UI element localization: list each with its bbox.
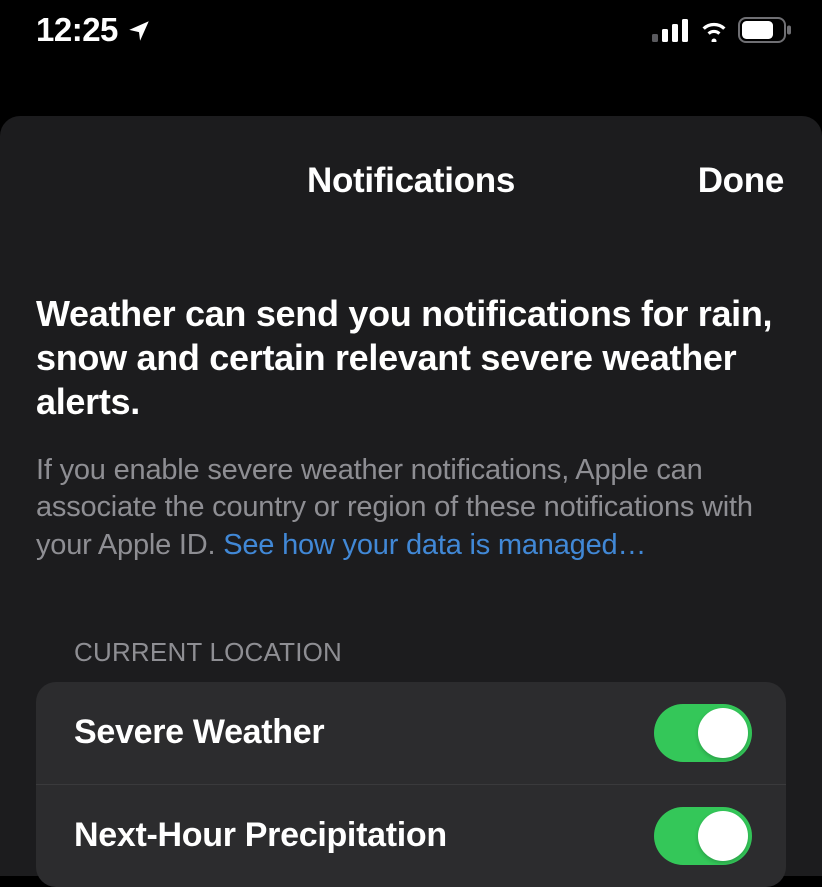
intro-heading: Weather can send you notifications for r… <box>36 292 786 424</box>
row-severe-weather: Severe Weather <box>36 682 786 784</box>
row-next-hour-precipitation: Next-Hour Precipitation <box>36 784 786 887</box>
done-button[interactable]: Done <box>698 161 784 201</box>
wifi-icon <box>698 18 730 42</box>
settings-sheet: Notifications Done Weather can send you … <box>0 116 822 876</box>
location-arrow-icon <box>126 18 152 44</box>
status-time: 12:25 <box>36 11 118 49</box>
battery-icon <box>738 17 792 43</box>
settings-group-current-location: Severe Weather Next-Hour Precipitation <box>36 682 786 887</box>
row-label-next-hour: Next-Hour Precipitation <box>74 816 447 855</box>
row-label-severe-weather: Severe Weather <box>74 713 324 752</box>
toggle-knob <box>698 811 748 861</box>
toggle-next-hour-precipitation[interactable] <box>654 807 752 865</box>
section-header-current-location: CURRENT LOCATION <box>0 637 822 668</box>
data-management-link[interactable]: See how your data is managed… <box>223 529 646 561</box>
sheet-title: Notifications <box>307 161 515 201</box>
toggle-knob <box>698 708 748 758</box>
toggle-severe-weather[interactable] <box>654 704 752 762</box>
status-bar-right <box>652 17 792 43</box>
sheet-header: Notifications Done <box>0 154 822 208</box>
cellular-signal-icon <box>652 18 690 42</box>
intro-section: Weather can send you notifications for r… <box>0 292 822 565</box>
status-bar-left: 12:25 <box>36 11 152 49</box>
intro-body: If you enable severe weather notificatio… <box>36 452 786 565</box>
status-bar: 12:25 <box>0 0 822 60</box>
